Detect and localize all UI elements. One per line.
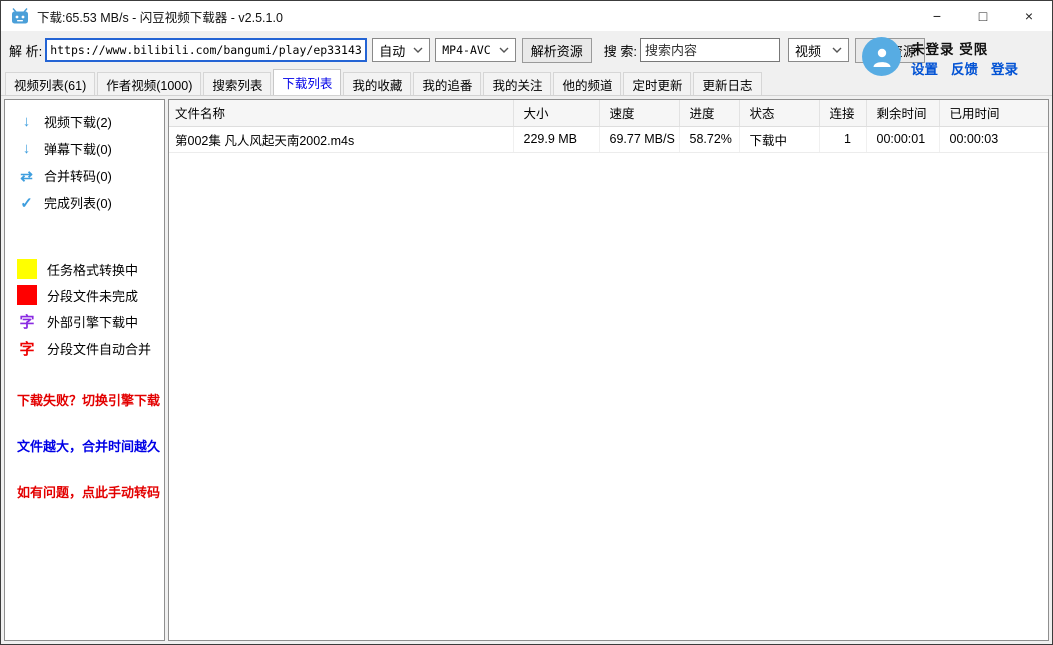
tab-download-list[interactable]: 下载列表 bbox=[273, 69, 341, 95]
chevron-down-icon bbox=[499, 47, 509, 53]
format-combo-value: MP4-AVC bbox=[442, 43, 490, 57]
check-icon: ✓ bbox=[18, 194, 35, 212]
cell-speed: 69.77 MB/S bbox=[599, 126, 679, 152]
yellow-swatch bbox=[17, 259, 37, 279]
column-header-progress[interactable]: 进度 bbox=[679, 100, 739, 126]
column-header-connections[interactable]: 连接 bbox=[819, 100, 866, 126]
chevron-down-icon bbox=[413, 47, 423, 53]
url-input[interactable] bbox=[45, 38, 367, 62]
legend-item-auto-merge: 字 分段文件自动合并 bbox=[5, 335, 164, 362]
cell-connections: 1 bbox=[819, 126, 866, 152]
tab-video-list[interactable]: 视频列表(61) bbox=[5, 72, 95, 95]
legend-label: 外部引擎下载中 bbox=[47, 312, 138, 331]
legend-item-converting: 任务格式转换中 bbox=[5, 256, 164, 282]
cell-status: 下载中 bbox=[739, 126, 819, 152]
account-texts: 未登录 受限 设置 反馈 登录 bbox=[911, 37, 1018, 79]
legend-item-segment-incomplete: 分段文件未完成 bbox=[5, 282, 164, 308]
sidebar-item-danmaku-download[interactable]: ↓ 弹幕下载(0) bbox=[5, 135, 164, 162]
red-char-glyph: 字 bbox=[17, 338, 37, 359]
parse-resource-button[interactable]: 解析资源 bbox=[522, 38, 592, 63]
sidebar: ↓ 视频下载(2) ↓ 弹幕下载(0) ⇄ 合并转码(0) ✓ 完成列表(0) … bbox=[4, 99, 165, 641]
tab-my-favorites[interactable]: 我的收藏 bbox=[343, 72, 411, 95]
feedback-link[interactable]: 反馈 bbox=[951, 58, 978, 78]
cell-filename: 第002集 凡人风起天南2002.m4s bbox=[169, 126, 513, 152]
legend-label: 分段文件自动合并 bbox=[47, 339, 151, 358]
cell-elapsed: 00:00:03 bbox=[939, 126, 1048, 152]
login-link[interactable]: 登录 bbox=[991, 58, 1018, 78]
sidebar-notes: 下载失败？切换引擎下载 文件越大，合并时间越久 如有问题，点此手动转码 bbox=[5, 390, 164, 501]
account-links: 设置 反馈 登录 bbox=[911, 58, 1018, 78]
app-icon bbox=[11, 8, 29, 24]
note-merge-time: 文件越大，合并时间越久 bbox=[5, 436, 164, 455]
column-header-remaining[interactable]: 剩余时间 bbox=[866, 100, 939, 126]
content-area: ↓ 视频下载(2) ↓ 弹幕下载(0) ⇄ 合并转码(0) ✓ 完成列表(0) … bbox=[1, 95, 1052, 644]
download-table: 文件名称 大小 速度 进度 状态 连接 剩余时间 已用时间 第002集 凡人风起… bbox=[169, 100, 1048, 153]
legend-label: 分段文件未完成 bbox=[47, 286, 138, 305]
tab-my-follows[interactable]: 我的关注 bbox=[483, 72, 551, 95]
sidebar-item-label: 视频下载(2) bbox=[44, 112, 112, 131]
search-type-combo[interactable]: 视频 bbox=[788, 38, 849, 62]
tab-my-bangumi[interactable]: 我的追番 bbox=[413, 72, 481, 95]
download-list-panel: 文件名称 大小 速度 进度 状态 连接 剩余时间 已用时间 第002集 凡人风起… bbox=[168, 99, 1049, 641]
column-header-filename[interactable]: 文件名称 bbox=[169, 100, 513, 126]
app-window: 下载:65.53 MB/s - 闪豆视频下载器 - v2.5.1.0 − □ ×… bbox=[0, 0, 1053, 645]
note-manual-transcode[interactable]: 如有问题，点此手动转码 bbox=[5, 482, 164, 501]
sidebar-item-completed-list[interactable]: ✓ 完成列表(0) bbox=[5, 189, 164, 216]
search-label: 搜 索: bbox=[604, 41, 637, 60]
tab-changelog[interactable]: 更新日志 bbox=[693, 72, 761, 95]
legend-label: 任务格式转换中 bbox=[47, 260, 138, 279]
column-header-speed[interactable]: 速度 bbox=[599, 100, 679, 126]
person-icon bbox=[870, 45, 894, 69]
swap-arrows-icon: ⇄ bbox=[18, 167, 35, 185]
sidebar-item-label: 完成列表(0) bbox=[44, 193, 112, 212]
chevron-down-icon bbox=[832, 47, 842, 53]
status-legend: 任务格式转换中 分段文件未完成 字 外部引擎下载中 字 分段文件自动合并 bbox=[5, 256, 164, 362]
download-arrow-icon: ↓ bbox=[18, 140, 35, 157]
purple-char-glyph: 字 bbox=[17, 311, 37, 332]
maximize-button[interactable]: □ bbox=[960, 1, 1006, 31]
cell-progress: 58.72% bbox=[679, 126, 739, 152]
sidebar-item-label: 合并转码(0) bbox=[44, 166, 112, 185]
mode-combo-value: 自动 bbox=[379, 41, 405, 60]
mode-combo[interactable]: 自动 bbox=[372, 38, 430, 62]
legend-item-external-engine: 字 外部引擎下载中 bbox=[5, 308, 164, 335]
login-status: 未登录 受限 bbox=[911, 38, 1018, 58]
titlebar: 下载:65.53 MB/s - 闪豆视频下载器 - v2.5.1.0 − □ × bbox=[1, 1, 1052, 31]
user-avatar[interactable] bbox=[862, 37, 901, 76]
parse-label: 解 析: bbox=[9, 41, 42, 60]
sidebar-item-label: 弹幕下载(0) bbox=[44, 139, 112, 158]
column-header-size[interactable]: 大小 bbox=[513, 100, 599, 126]
sidebar-item-merge-transcode[interactable]: ⇄ 合并转码(0) bbox=[5, 162, 164, 189]
download-row[interactable]: 第002集 凡人风起天南2002.m4s 229.9 MB 69.77 MB/S… bbox=[169, 126, 1048, 152]
column-header-elapsed[interactable]: 已用时间 bbox=[939, 100, 1048, 126]
cell-remaining: 00:00:01 bbox=[866, 126, 939, 152]
tab-search-list[interactable]: 搜索列表 bbox=[203, 72, 271, 95]
account-panel: 未登录 受限 设置 反馈 登录 bbox=[862, 37, 1018, 79]
settings-link[interactable]: 设置 bbox=[911, 58, 938, 78]
search-input[interactable] bbox=[640, 38, 780, 62]
tab-his-channel[interactable]: 他的频道 bbox=[553, 72, 621, 95]
window-title: 下载:65.53 MB/s - 闪豆视频下载器 - v2.5.1.0 bbox=[37, 7, 283, 26]
search-type-combo-value: 视频 bbox=[795, 41, 821, 60]
cell-size: 229.9 MB bbox=[513, 126, 599, 152]
note-switch-engine[interactable]: 下载失败？切换引擎下载 bbox=[5, 390, 164, 409]
tab-author-videos[interactable]: 作者视频(1000) bbox=[97, 72, 201, 95]
tab-scheduled-update[interactable]: 定时更新 bbox=[623, 72, 691, 95]
column-header-status[interactable]: 状态 bbox=[739, 100, 819, 126]
close-button[interactable]: × bbox=[1006, 1, 1052, 31]
table-header-row: 文件名称 大小 速度 进度 状态 连接 剩余时间 已用时间 bbox=[169, 100, 1048, 126]
format-combo[interactable]: MP4-AVC bbox=[435, 38, 515, 62]
window-controls: − □ × bbox=[914, 1, 1052, 31]
red-swatch bbox=[17, 285, 37, 305]
sidebar-item-video-download[interactable]: ↓ 视频下载(2) bbox=[5, 108, 164, 135]
minimize-button[interactable]: − bbox=[914, 1, 960, 31]
download-arrow-icon: ↓ bbox=[18, 113, 35, 130]
